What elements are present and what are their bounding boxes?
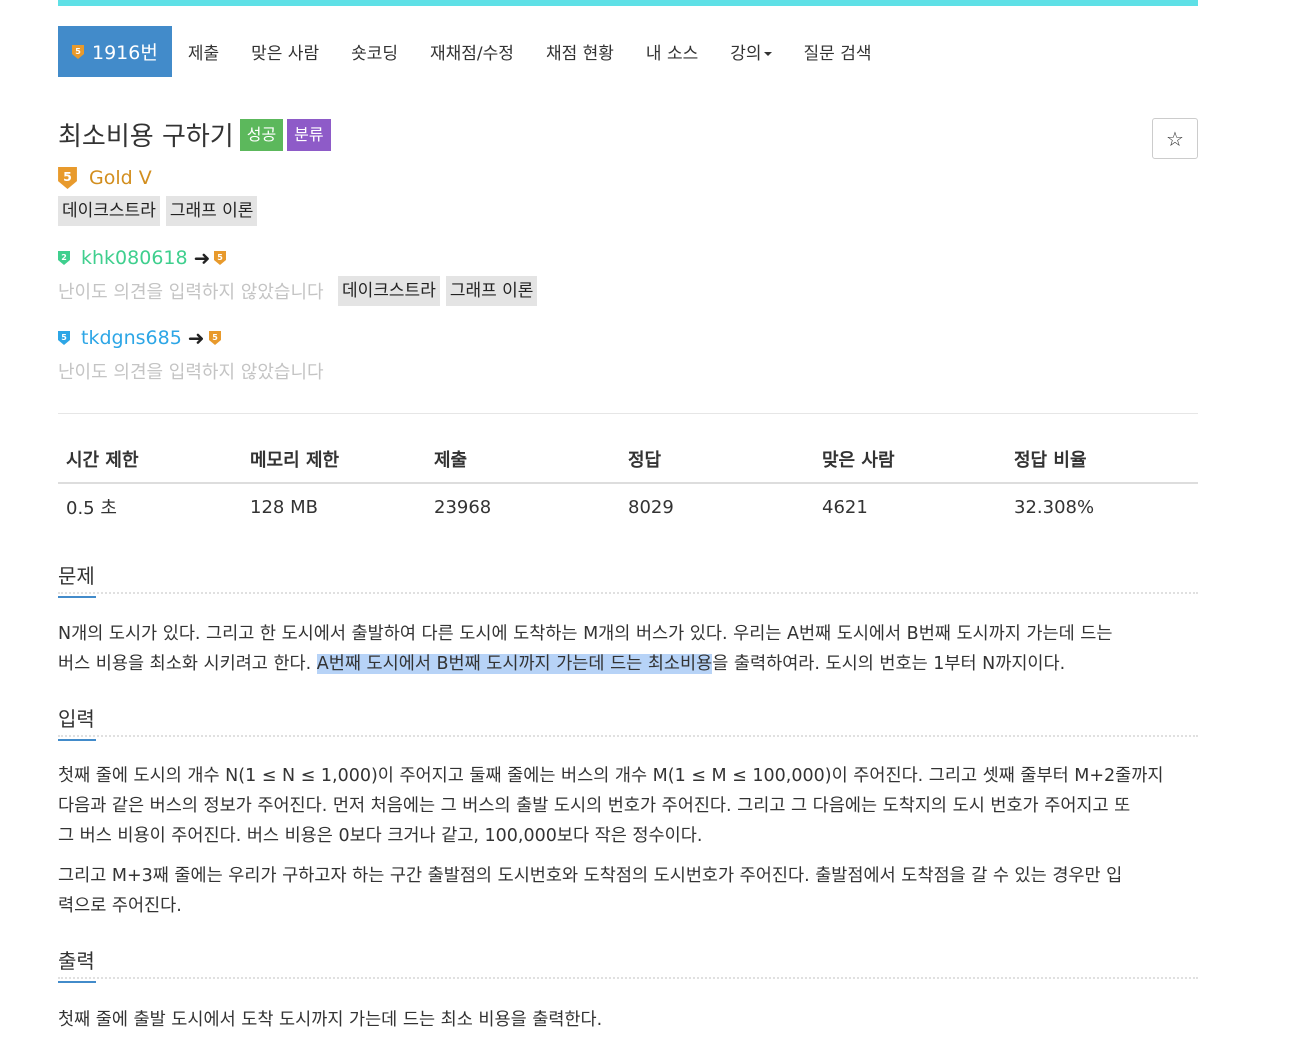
username-link[interactable]: khk080618 [81,247,188,269]
text-segment: 을 출력하여라. 도시의 번호는 1부터 N까지이다. [712,654,1066,674]
nav-solved-users[interactable]: 맞은 사람 [235,26,335,77]
problem-nav: 5 1916번 제출 맞은 사람 숏코딩 재채점/수정 채점 현황 내 소스 강… [58,26,888,77]
nav-problem-number[interactable]: 5 1916번 [58,26,172,77]
contributor-row: 5 tkdgns685 ➜ 5 [58,326,221,350]
heading-underline [58,981,96,983]
table-header: 맞은 사람 [814,438,1006,484]
gold-tier-icon: 5 [58,167,77,189]
memory-limit-value: 128 MB [250,496,318,518]
divider [58,413,1198,414]
heading-underline [58,596,96,598]
star-favorite-button[interactable]: ☆ [1152,118,1198,159]
gold-tier-icon: 5 [208,331,221,345]
heading-underline [58,739,96,741]
section-input-title: 입력 [58,703,96,741]
section-heading: 출력 [58,949,95,973]
solved-users-value[interactable]: 4621 [814,483,1006,530]
problem-tags: 데이크스트라 그래프 이론 [58,196,263,226]
page-title: 최소비용 구하기 [58,122,234,152]
input-description: 그리고 M+3째 줄에는 우리가 구하고자 하는 구간 출발점의 도시번호와 도… [58,861,1202,921]
paragraph-line: 그리고 M+3째 줄에는 우리가 구하고자 하는 구간 출발점의 도시번호와 도… [58,866,1123,886]
section-output-title: 출력 [58,945,96,983]
table-header: 정답 [620,438,814,484]
caret-down-icon [763,51,772,56]
table-header-row: 시간 제한 메모리 제한 제출 정답 맞은 사람 정답 비율 [58,438,1198,484]
tag-dijkstra[interactable]: 데이크스트라 [58,196,160,226]
svg-text:5: 5 [63,169,72,184]
contributor-row: 2 khk080618 ➜ 5 [58,246,227,270]
status-badge-success: 성공 [239,118,284,151]
output-description: 첫째 줄에 출발 도시에서 도착 도시까지 가는데 드는 최소 비용을 출력한다… [58,1005,1202,1035]
paragraph-line: 력으로 주어진다. [58,896,182,916]
submissions-value[interactable]: 23968 [426,483,620,530]
star-icon: ☆ [1166,126,1184,151]
input-description: 첫째 줄에 도시의 개수 N(1 ≤ N ≤ 1,000)이 주어지고 둘째 줄… [58,761,1202,851]
nav-short-coding[interactable]: 숏코딩 [335,26,414,77]
problem-title-row: 최소비용 구하기 성공 분류 [58,116,335,153]
dotted-divider [58,735,1198,737]
nav-my-source[interactable]: 내 소스 [630,26,714,77]
tag-dijkstra[interactable]: 데이크스트라 [338,276,440,306]
arrow-right-icon: ➜ [187,326,205,350]
nav-submit[interactable]: 제출 [172,26,235,77]
problem-info-table: 시간 제한 메모리 제한 제출 정답 맞은 사람 정답 비율 0.5 초 128… [58,438,1198,530]
nav-lectures-label: 강의 [730,44,762,64]
dotted-divider [58,977,1198,979]
silver-tier-icon: 2 [58,251,70,265]
paragraph-line: 첫째 줄에 출발 도시에서 도착 도시까지 가는데 드는 최소 비용을 출력한다… [58,1010,603,1030]
paragraph-line: 그 버스 비용이 주어진다. 버스 비용은 0보다 크거나 같고, 100,00… [58,826,703,846]
nav-status[interactable]: 채점 현황 [530,26,630,77]
top-accent-bar [58,0,1198,6]
category-toggle-button[interactable]: 분류 [287,118,331,151]
gold-tier-icon: 5 [58,331,70,345]
svg-text:5: 5 [218,253,224,262]
username-link[interactable]: tkdgns685 [81,327,182,349]
section-heading: 입력 [58,707,95,731]
nav-question-search[interactable]: 질문 검색 [788,26,888,77]
section-heading: 문제 [58,564,95,588]
svg-text:5: 5 [75,47,81,56]
nav-lectures-dropdown[interactable]: 강의 [714,26,787,77]
problem-number-label: 1916번 [92,42,158,64]
svg-text:5: 5 [61,333,67,342]
tag-graph-theory[interactable]: 그래프 이론 [165,196,258,226]
nav-rejudge[interactable]: 재채점/수정 [414,26,530,77]
table-header: 메모리 제한 [242,438,426,484]
time-limit-value: 0.5 초 [66,498,117,519]
gold-tier-icon: 5 [72,44,84,59]
selected-text: A번째 도시에서 B번째 도시까지 가는데 드는 최소비용 [316,654,713,674]
table-header: 제출 [426,438,620,484]
tier-label: Gold V [89,167,152,189]
paragraph-line: 버스 비용을 최소화 시키려고 한다. A번째 도시에서 B번째 도시까지 가는… [58,649,1202,679]
accepted-value: 8029 [628,496,674,518]
arrow-right-icon: ➜ [193,246,211,270]
gold-tier-icon: 5 [214,251,227,265]
table-row: 0.5 초 128 MB 23968 8029 4621 32.308% [58,483,1198,530]
paragraph-line: 다음과 같은 버스의 정보가 주어진다. 먼저 처음에는 그 버스의 출발 도시… [58,796,1131,816]
table-header: 정답 비율 [1006,438,1198,484]
svg-text:2: 2 [61,253,67,262]
problem-description: N개의 도시가 있다. 그리고 한 도시에서 출발하여 다른 도시에 도착하는 … [58,619,1202,679]
tag-graph-theory[interactable]: 그래프 이론 [445,276,538,306]
paragraph-line: 첫째 줄에 도시의 개수 N(1 ≤ N ≤ 1,000)이 주어지고 둘째 줄… [58,766,1164,786]
table-header: 시간 제한 [58,438,242,484]
accept-ratio-value: 32.308% [1014,496,1095,518]
difficulty-opinion: 난이도 의견을 입력하지 않았습니다 [58,282,324,303]
dotted-divider [58,592,1198,594]
difficulty-opinion: 난이도 의견을 입력하지 않았습니다 [58,362,324,383]
section-problem-title: 문제 [58,560,96,598]
paragraph-line: N개의 도시가 있다. 그리고 한 도시에서 출발하여 다른 도시에 도착하는 … [58,624,1113,644]
text-segment: 버스 비용을 최소화 시키려고 한다. [58,654,317,674]
contributor-tags: 데이크스트라 그래프 이론 [338,276,543,306]
problem-tier: 5 Gold V [58,167,152,189]
svg-text:5: 5 [212,333,218,342]
